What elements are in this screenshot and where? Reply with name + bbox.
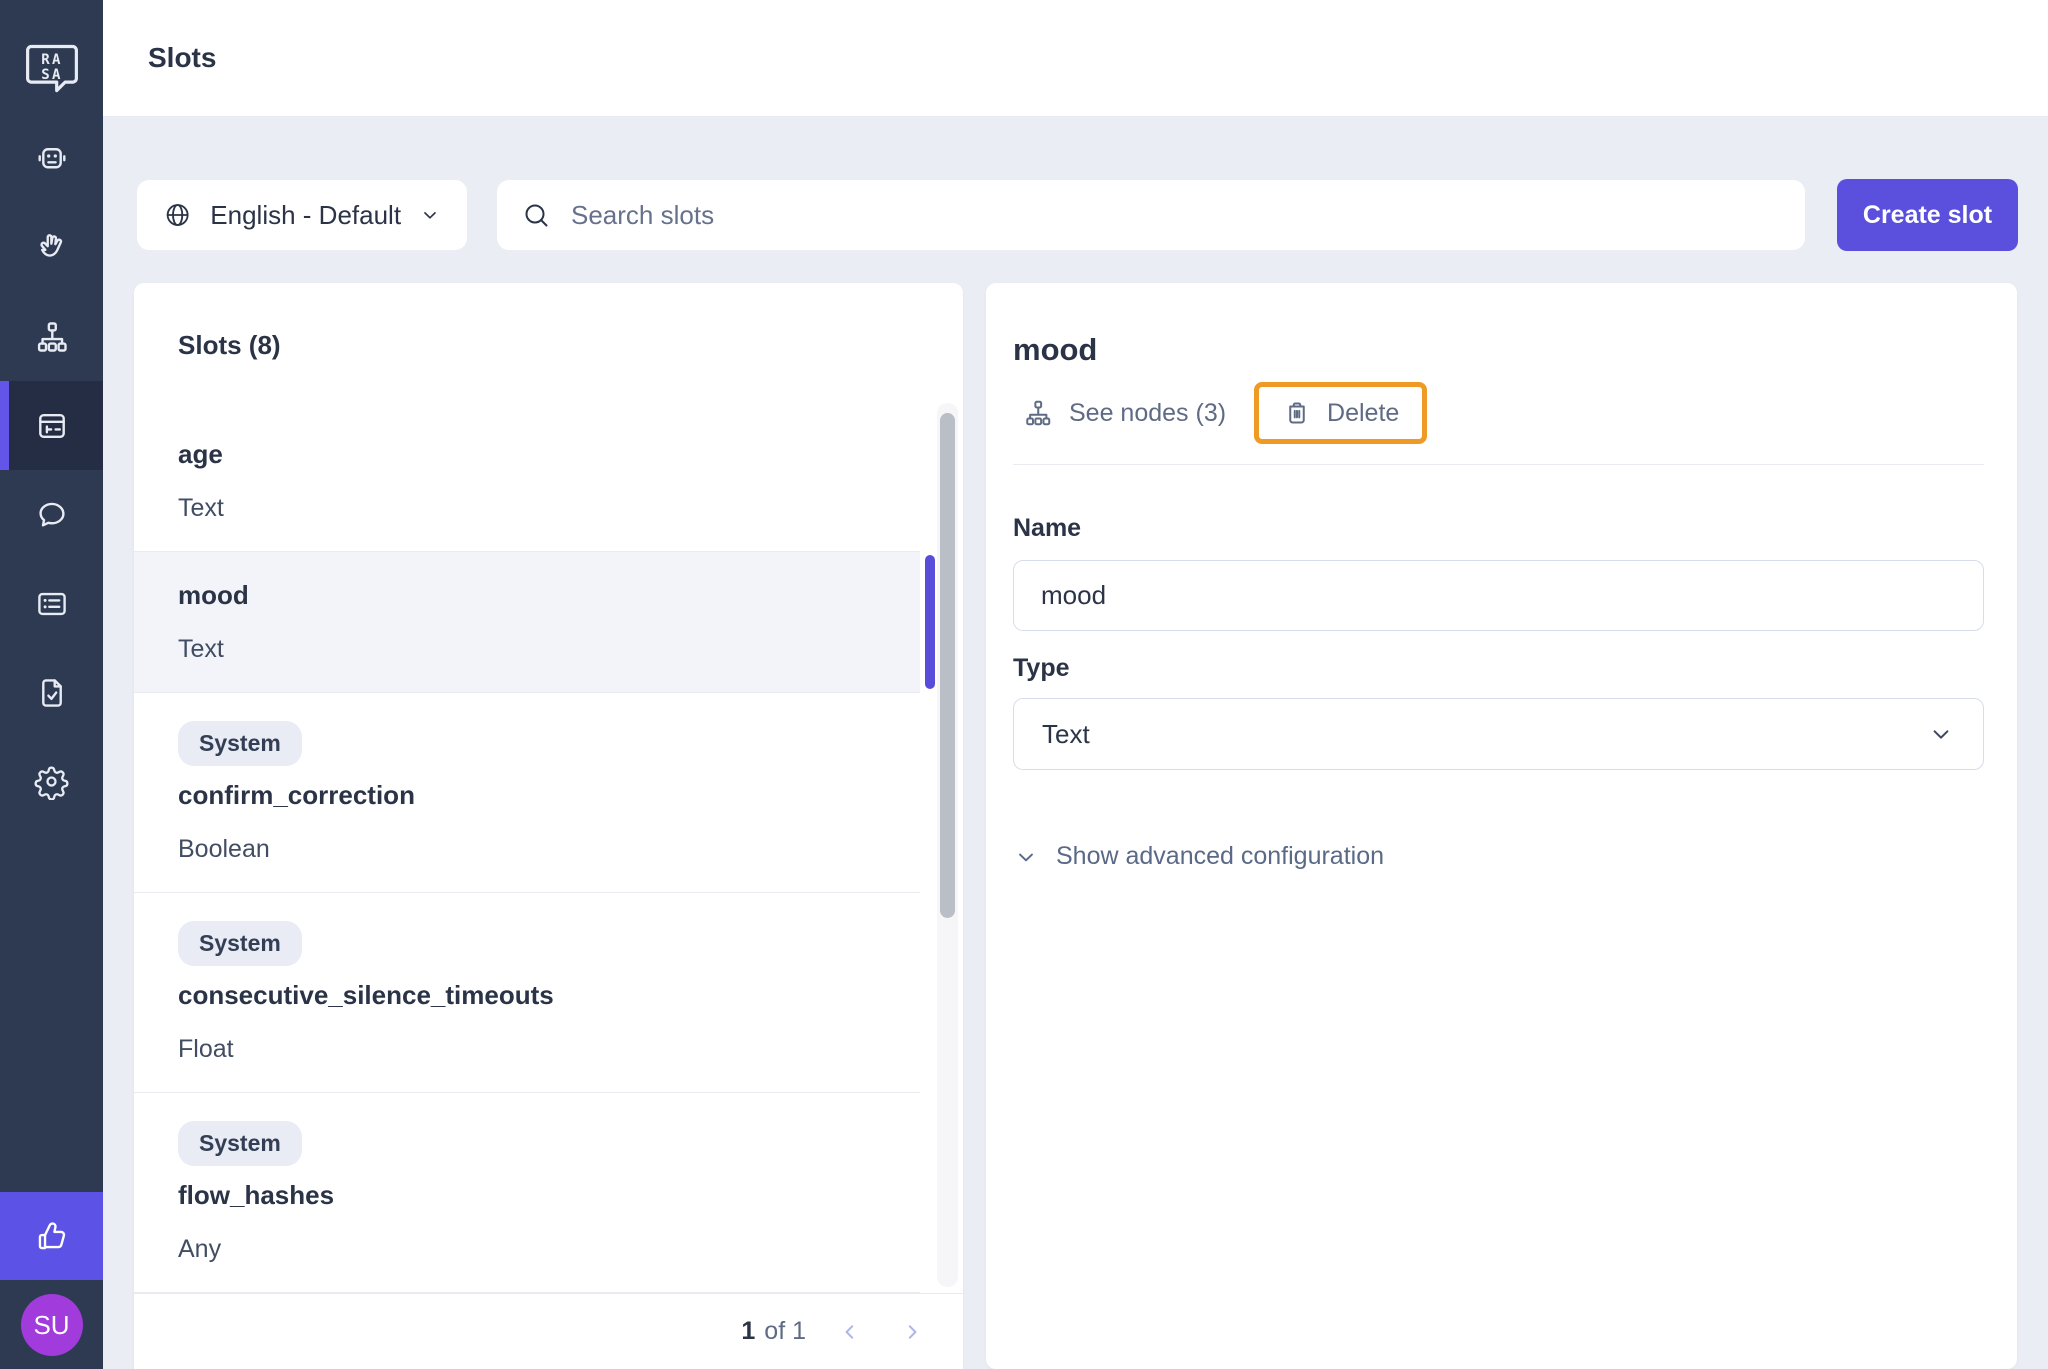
slot-name: mood bbox=[178, 580, 920, 611]
sidebar-item-settings[interactable] bbox=[0, 737, 103, 826]
slot-item-consecutive-silence-timeouts[interactable]: System consecutive_silence_timeouts Floa… bbox=[134, 893, 920, 1093]
search-input[interactable] bbox=[571, 200, 1781, 231]
sidebar-item-slots[interactable] bbox=[0, 381, 103, 470]
create-slot-button[interactable]: Create slot bbox=[1837, 179, 2018, 251]
sidebar-item-review[interactable] bbox=[0, 648, 103, 737]
rasa-logo-icon: RA SA bbox=[22, 38, 82, 100]
slot-type: Boolean bbox=[178, 835, 920, 864]
slot-name: age bbox=[178, 439, 920, 470]
chat-bubble-icon bbox=[34, 497, 70, 533]
slot-detail-title: mood bbox=[1013, 332, 1984, 368]
slots-list-panel: Slots (8) age Text mood Text System conf… bbox=[134, 283, 963, 1369]
name-input[interactable] bbox=[1013, 560, 1984, 631]
sidebar-item-conversations[interactable] bbox=[0, 470, 103, 559]
slot-item-mood[interactable]: mood Text bbox=[134, 552, 920, 693]
see-nodes-button[interactable]: See nodes (3) bbox=[1013, 385, 1236, 441]
document-check-icon bbox=[34, 675, 70, 711]
logo-text-top: RA bbox=[41, 52, 63, 68]
slot-name: consecutive_silence_timeouts bbox=[178, 980, 920, 1011]
page-header: Slots bbox=[103, 0, 2048, 116]
language-selector-value: English - Default bbox=[210, 200, 401, 231]
sitemap-icon bbox=[1023, 398, 1053, 428]
sidebar-item-content[interactable] bbox=[0, 559, 103, 648]
avatar-initials: SU bbox=[33, 1310, 69, 1341]
delete-label: Delete bbox=[1327, 399, 1399, 428]
type-label: Type bbox=[1013, 654, 1984, 683]
pagination-prev-button[interactable] bbox=[832, 1314, 868, 1350]
advanced-configuration-label: Show advanced configuration bbox=[1056, 842, 1384, 871]
delete-button[interactable]: Delete bbox=[1254, 382, 1427, 444]
sidebar-item-assistant[interactable] bbox=[0, 114, 103, 203]
language-selector[interactable]: English - Default bbox=[137, 180, 467, 250]
slot-item-age[interactable]: age Text bbox=[134, 411, 920, 552]
scrollbar-thumb[interactable] bbox=[940, 413, 955, 918]
user-avatar[interactable]: SU bbox=[21, 1294, 83, 1356]
slot-type: Any bbox=[178, 1235, 920, 1264]
slots-table-icon bbox=[34, 408, 70, 444]
type-select-value: Text bbox=[1042, 719, 1090, 750]
gear-icon bbox=[33, 763, 70, 800]
chevron-down-icon bbox=[1013, 844, 1039, 870]
pagination: 1 of 1 bbox=[134, 1293, 963, 1369]
pagination-next-button[interactable] bbox=[894, 1314, 930, 1350]
name-label: Name bbox=[1013, 514, 1984, 543]
see-nodes-label: See nodes (3) bbox=[1069, 399, 1226, 428]
pagination-total: of 1 bbox=[764, 1317, 806, 1346]
sidebar-item-flows[interactable] bbox=[0, 292, 103, 381]
slot-item-flow-hashes[interactable]: System flow_hashes Any bbox=[134, 1093, 920, 1293]
slot-type: Text bbox=[178, 635, 920, 664]
system-badge: System bbox=[178, 1121, 302, 1166]
feedback-button[interactable] bbox=[0, 1192, 103, 1280]
system-badge: System bbox=[178, 921, 302, 966]
sidebar-nav bbox=[0, 114, 103, 826]
sitemap-icon bbox=[34, 319, 70, 355]
content-list-icon bbox=[34, 586, 70, 622]
trash-icon bbox=[1282, 398, 1312, 428]
type-select[interactable]: Text bbox=[1013, 698, 1984, 770]
slot-detail-panel: mood See nodes (3) Delete Name Type Text bbox=[986, 283, 2017, 1369]
thumbs-up-icon bbox=[33, 1217, 71, 1255]
sidebar-item-greet[interactable] bbox=[0, 203, 103, 292]
slots-list-title: Slots (8) bbox=[134, 283, 963, 411]
slots-list: age Text mood Text System confirm_correc… bbox=[134, 411, 963, 1293]
slot-name: flow_hashes bbox=[178, 1180, 920, 1211]
search-bar bbox=[497, 180, 1805, 250]
advanced-configuration-toggle[interactable]: Show advanced configuration bbox=[1013, 842, 1384, 871]
chevron-left-icon bbox=[838, 1320, 862, 1344]
pagination-current: 1 bbox=[741, 1317, 755, 1346]
slot-type: Float bbox=[178, 1035, 920, 1064]
divider bbox=[1013, 464, 1984, 465]
slot-item-confirm-correction[interactable]: System confirm_correction Boolean bbox=[134, 693, 920, 893]
slot-type: Text bbox=[178, 494, 920, 523]
chevron-down-icon bbox=[1927, 720, 1955, 748]
hand-wave-icon bbox=[33, 229, 71, 267]
rasa-logo[interactable]: RA SA bbox=[22, 38, 82, 100]
page-title: Slots bbox=[103, 42, 216, 74]
robot-icon bbox=[34, 141, 70, 177]
slot-actions: See nodes (3) Delete bbox=[1013, 382, 1984, 444]
globe-icon bbox=[163, 199, 192, 231]
slot-name: confirm_correction bbox=[178, 780, 920, 811]
chevron-right-icon bbox=[900, 1320, 924, 1344]
search-icon bbox=[521, 200, 551, 230]
system-badge: System bbox=[178, 721, 302, 766]
chevron-down-icon bbox=[419, 203, 441, 227]
sidebar: RA SA bbox=[0, 0, 103, 1369]
logo-text-bottom: SA bbox=[41, 67, 63, 83]
